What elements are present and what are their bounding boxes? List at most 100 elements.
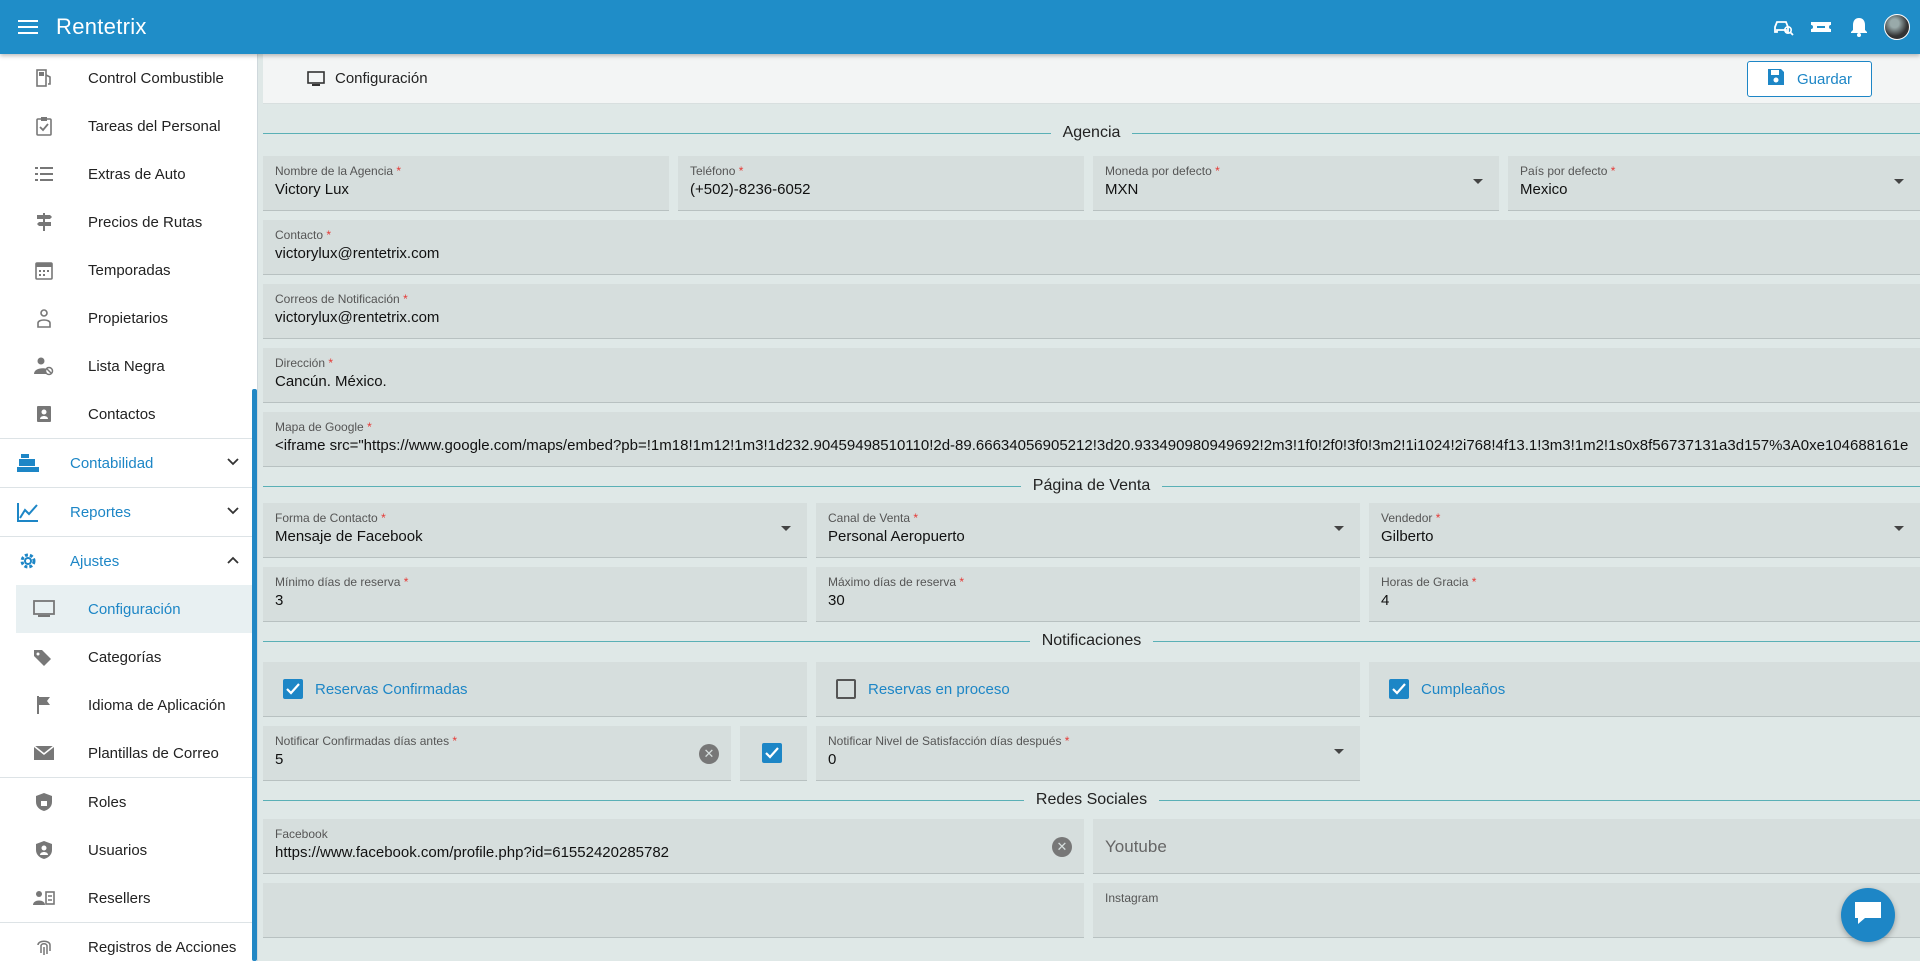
sidebar-item-plantillas-correo[interactable]: Plantillas de Correo (0, 729, 257, 777)
avatar[interactable] (1884, 14, 1910, 40)
contact-email-field[interactable]: Contacto * victorylux@rentetrix.com (263, 220, 1920, 275)
field-value: Victory Lux (275, 181, 349, 198)
phone-field[interactable]: Teléfono * (+502)-8236-6052 (678, 156, 1084, 211)
sidebar-group-ajustes[interactable]: Ajustes (0, 536, 257, 585)
confirmed-reservations-checkbox[interactable]: Reservas Confirmadas (263, 662, 807, 717)
notify-satisfaction-checkbox[interactable] (740, 726, 807, 781)
youtube-field[interactable]: Youtube (1093, 819, 1920, 874)
section-redes-sociales: Redes Sociales (263, 783, 1920, 817)
field-label: Dirección (275, 356, 326, 370)
in-process-reservations-checkbox[interactable]: Reservas en proceso (816, 662, 1360, 717)
sidebar-item-categorias[interactable]: Categorías (0, 633, 257, 681)
menu-icon[interactable] (0, 0, 56, 54)
owner-icon (32, 306, 56, 330)
dropdown-arrow-icon (1473, 179, 1483, 184)
section-title: Redes Sociales (1023, 791, 1160, 809)
cash-register-icon (16, 451, 40, 475)
airplane-ticket-icon[interactable] (1808, 14, 1834, 40)
sidebar-item-usuarios[interactable]: Usuarios (0, 826, 257, 874)
address-field[interactable]: Dirección * Cancún. México. (263, 348, 1920, 403)
floppy-disk-icon (1767, 68, 1785, 90)
tags-icon (32, 645, 56, 669)
sales-channel-select[interactable]: Canal de Venta * Personal Aeropuerto (816, 503, 1360, 558)
checkbox-checked-icon (762, 743, 782, 763)
sidebar-group-label: Contabilidad (70, 454, 154, 472)
field-label: Notificar Nivel de Satisfacción días des… (828, 734, 1062, 748)
dropdown-arrow-icon (1334, 749, 1344, 754)
sidebar-item-label: Precios de Rutas (88, 213, 203, 231)
field-value: Mexico (1520, 181, 1568, 198)
agency-name-field[interactable]: Nombre de la Agencia * Victory Lux (263, 156, 669, 211)
field-value: 0 (828, 751, 837, 768)
grace-hours-field[interactable]: Horas de Gracia * 4 (1369, 567, 1920, 622)
sidebar-group-reportes[interactable]: Reportes (0, 487, 257, 536)
field-value: Gilberto (1381, 528, 1434, 545)
contact-method-select[interactable]: Forma de Contacto * Mensaje de Facebook (263, 503, 807, 558)
checkbox-label: Cumpleaños (1421, 680, 1506, 698)
sidebar-item-idioma[interactable]: Idioma de Aplicación (0, 681, 257, 729)
sidebar-item-control-combustible[interactable]: Control Combustible (0, 54, 257, 102)
sidebar-item-label: Temporadas (88, 261, 171, 279)
field-value: victorylux@rentetrix.com (275, 245, 440, 262)
field-value: <iframe src="https://www.google.com/maps… (275, 437, 1908, 454)
google-map-field[interactable]: Mapa de Google * <iframe src="https://ww… (263, 412, 1920, 467)
sidebar-item-registros-acciones[interactable]: Registros de Acciones (0, 923, 257, 961)
chart-line-icon (16, 500, 40, 524)
field-value: Cancún. México. (275, 373, 387, 390)
section-notificaciones: Notificaciones (263, 624, 1920, 658)
sidebar-item-temporadas[interactable]: Temporadas (0, 246, 257, 294)
reseller-icon (32, 886, 56, 910)
save-button-label: Guardar (1796, 70, 1853, 88)
sidebar-item-tareas-personal[interactable]: Tareas del Personal (0, 102, 257, 150)
sidebar-item-lista-negra[interactable]: Lista Negra (0, 342, 257, 390)
sidebar-item-label: Extras de Auto (88, 165, 186, 183)
section-pagina-venta: Página de Venta (263, 469, 1920, 503)
country-select[interactable]: País por defecto * Mexico (1508, 156, 1920, 211)
currency-select[interactable]: Moneda por defecto * MXN (1093, 156, 1499, 211)
shield-user-icon (32, 838, 56, 862)
field-label: Notificar Confirmadas días antes (275, 734, 450, 748)
sidebar-item-extras-auto[interactable]: Extras de Auto (0, 150, 257, 198)
sidebar-item-label: Tareas del Personal (88, 117, 221, 135)
notification-emails-field[interactable]: Correos de Notificación * victorylux@ren… (263, 284, 1920, 339)
field-label: Máximo días de reserva (828, 575, 957, 589)
sidebar-group-contabilidad[interactable]: Contabilidad (0, 438, 257, 487)
sidebar-item-resellers[interactable]: Resellers (0, 874, 257, 922)
facebook-field[interactable]: Facebook https://www.facebook.com/profil… (263, 819, 1084, 874)
social-field-empty[interactable] (263, 883, 1084, 938)
clear-icon[interactable]: ✕ (1052, 837, 1072, 857)
dropdown-arrow-icon (1334, 526, 1344, 531)
section-title: Notificaciones (1029, 632, 1154, 650)
seller-select[interactable]: Vendedor * Gilberto (1369, 503, 1920, 558)
chevron-down-icon (227, 453, 239, 470)
chat-button[interactable] (1841, 888, 1895, 942)
clear-icon[interactable]: ✕ (699, 744, 719, 764)
flag-icon (32, 693, 56, 717)
checkbox-checked-icon (1389, 679, 1409, 699)
mail-template-icon (32, 741, 56, 765)
signpost-icon (32, 210, 56, 234)
chevron-up-icon (227, 551, 239, 568)
sidebar-item-configuracion[interactable]: Configuración (16, 585, 257, 633)
sidebar-item-precios-rutas[interactable]: Precios de Rutas (0, 198, 257, 246)
field-label: Teléfono (690, 164, 736, 178)
notify-confirmed-days-field[interactable]: Notificar Confirmadas días antes * 5 ✕ (263, 726, 731, 781)
contacts-icon (32, 402, 56, 426)
sidebar-item-label: Roles (88, 793, 127, 811)
list-icon (32, 162, 56, 186)
sidebar-item-contactos[interactable]: Contactos (0, 390, 257, 438)
field-value: victorylux@rentetrix.com (275, 309, 440, 326)
field-label: Vendedor (1381, 511, 1433, 525)
sidebar-item-roles[interactable]: Roles (0, 778, 257, 826)
save-button[interactable]: Guardar (1747, 61, 1872, 97)
instagram-field[interactable]: Instagram (1093, 883, 1920, 938)
car-search-icon[interactable] (1770, 14, 1796, 40)
sidebar-scrollbar[interactable] (252, 389, 257, 961)
dropdown-arrow-icon (1894, 526, 1904, 531)
sidebar-item-propietarios[interactable]: Propietarios (0, 294, 257, 342)
bell-icon[interactable] (1846, 14, 1872, 40)
max-days-field[interactable]: Máximo días de reserva * 30 (816, 567, 1360, 622)
birthdays-checkbox[interactable]: Cumpleaños (1369, 662, 1920, 717)
satisfaction-days-select[interactable]: Notificar Nivel de Satisfacción días des… (816, 726, 1360, 781)
min-days-field[interactable]: Mínimo días de reserva * 3 (263, 567, 807, 622)
